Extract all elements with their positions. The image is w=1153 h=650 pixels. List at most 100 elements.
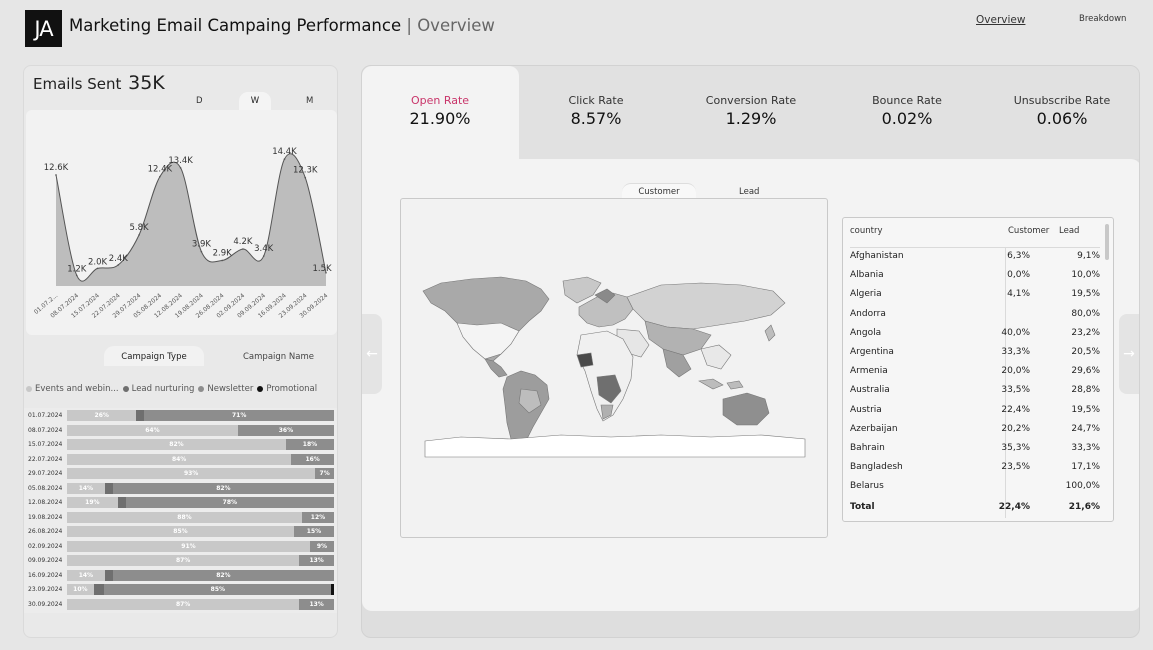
period-week-tab[interactable]: W xyxy=(239,92,271,110)
bar-segment[interactable] xyxy=(117,497,126,508)
table-row[interactable]: Armenia 20,0% 29,6% xyxy=(850,364,1100,382)
bar-segment[interactable]: 13% xyxy=(299,555,334,566)
bar-segment[interactable]: 7% xyxy=(315,468,334,479)
bar-row[interactable]: 01.07.2024 26% 71% xyxy=(24,410,337,422)
map-australia[interactable] xyxy=(722,392,770,426)
table-row[interactable]: Bahrain 35,3% 33,3% xyxy=(850,441,1100,459)
kpi-bounce-rate[interactable]: Bounce Rate 0.02% xyxy=(832,94,982,128)
bar-segment[interactable]: 78% xyxy=(125,497,334,508)
kpi-click-rate[interactable]: Click Rate 8.57% xyxy=(521,94,671,128)
bar-segment[interactable] xyxy=(331,584,334,595)
area-point[interactable] xyxy=(200,250,203,253)
bar-segment[interactable]: 26% xyxy=(67,410,137,421)
bar-segment[interactable] xyxy=(104,482,113,494)
bar-segment[interactable]: 93% xyxy=(67,468,316,479)
nav-overview-link[interactable]: Overview xyxy=(976,14,1025,26)
table-row[interactable]: Austria 22,4% 19,5% xyxy=(850,403,1100,421)
bar-segment[interactable]: 14% xyxy=(67,482,105,494)
table-row[interactable]: Belarus 100,0% xyxy=(850,479,1100,497)
bar-segment[interactable]: 15% xyxy=(293,526,334,537)
area-point[interactable] xyxy=(138,234,140,236)
bar-segment[interactable]: 64% xyxy=(67,424,238,436)
table-row[interactable]: Australia 33,5% 28,8% xyxy=(850,383,1100,401)
bar-segment[interactable]: 9% xyxy=(309,540,334,552)
table-row[interactable]: Albania 0,0% 10,0% xyxy=(850,268,1100,286)
area-point[interactable] xyxy=(179,167,182,169)
bar-segment[interactable]: 82% xyxy=(112,482,334,494)
bar-segment[interactable] xyxy=(93,584,105,595)
world-map[interactable] xyxy=(400,198,828,538)
bar-row[interactable]: 15.07.2024 82% 18% xyxy=(24,439,337,451)
bar-row[interactable]: 26.08.2024 85% 15% xyxy=(24,526,337,538)
bar-segment[interactable]: 85% xyxy=(67,526,294,537)
bar-segment[interactable]: 18% xyxy=(285,439,334,450)
bar-segment[interactable]: 19% xyxy=(67,497,118,508)
next-arrow-button[interactable]: → xyxy=(1119,314,1139,394)
table-row[interactable]: Algeria 4,1% 19,5% xyxy=(850,287,1100,305)
area-point[interactable] xyxy=(159,175,161,178)
bar-segment[interactable]: 84% xyxy=(67,453,292,465)
tab-campaign-name[interactable]: Campaign Name xyxy=(243,352,314,362)
bar-segment[interactable]: 87% xyxy=(67,598,300,610)
bar-segment[interactable]: 82% xyxy=(112,569,334,581)
table-row[interactable]: Azerbaijan 20,2% 24,7% xyxy=(850,422,1100,440)
bar-segment[interactable]: 36% xyxy=(237,424,334,436)
area-point[interactable] xyxy=(96,267,99,270)
map-antarctica[interactable] xyxy=(424,434,806,458)
period-day-tab[interactable]: D xyxy=(196,96,203,106)
bar-segment[interactable]: 91% xyxy=(67,540,310,552)
bar-segment[interactable]: 10% xyxy=(67,584,94,595)
legend-item[interactable]: Newsletter xyxy=(198,384,253,394)
prev-arrow-button[interactable]: ← xyxy=(362,314,382,394)
map-asia[interactable] xyxy=(626,282,786,330)
tab-campaign-type[interactable]: Campaign Type xyxy=(104,346,204,366)
bar-row[interactable]: 22.07.2024 84% 16% xyxy=(24,453,337,466)
bar-row[interactable]: 05.08.2024 14% 82% xyxy=(24,482,337,495)
col-lead[interactable]: Lead xyxy=(1059,226,1079,236)
bar-segment[interactable]: 88% xyxy=(67,511,302,523)
area-point[interactable] xyxy=(117,264,120,266)
table-row[interactable]: Andorra 80,0% xyxy=(850,307,1100,325)
bar-segment[interactable]: 85% xyxy=(104,584,332,595)
bar-row[interactable]: 08.07.2024 64% 36% xyxy=(24,424,337,437)
nav-breakdown-link[interactable]: Breakdown xyxy=(1079,14,1126,24)
bar-segment[interactable]: 16% xyxy=(291,453,334,465)
bar-segment[interactable]: 71% xyxy=(144,410,334,421)
kpi-unsubscribe-rate[interactable]: Unsubscribe Rate 0.06% xyxy=(987,94,1137,128)
table-total-row[interactable]: Total 22,4% 21,6% xyxy=(850,500,1100,518)
bar-segment[interactable]: 12% xyxy=(301,511,334,523)
bar-row[interactable]: 30.09.2024 87% 13% xyxy=(24,598,337,611)
bar-row[interactable]: 29.07.2024 93% 7% xyxy=(24,468,337,480)
legend-item[interactable]: Lead nurturing xyxy=(122,384,194,394)
kpi-conversion-rate[interactable]: Conversion Rate 1.29% xyxy=(676,94,826,128)
bar-row[interactable]: 09.09.2024 87% 13% xyxy=(24,555,337,567)
bar-row[interactable]: 19.08.2024 88% 12% xyxy=(24,511,337,524)
area-point[interactable] xyxy=(242,248,244,250)
table-row[interactable]: Bangladesh 23,5% 17,1% xyxy=(850,460,1100,478)
bar-segment[interactable]: 13% xyxy=(299,598,334,610)
bar-segment[interactable]: 14% xyxy=(67,569,105,581)
table-row[interactable]: Argentina 33,3% 20,5% xyxy=(850,345,1100,363)
bar-segment[interactable] xyxy=(136,410,145,421)
bar-segment[interactable] xyxy=(104,569,113,581)
table-row[interactable]: Afghanistan 6,3% 9,1% xyxy=(850,249,1100,267)
bar-row[interactable]: 02.09.2024 91% 9% xyxy=(24,540,337,553)
bar-row[interactable]: 12.08.2024 19% 78% xyxy=(24,497,337,509)
bar-segment[interactable]: 87% xyxy=(67,555,300,566)
legend-item[interactable]: Events and webin... xyxy=(26,384,119,394)
col-customer[interactable]: Customer xyxy=(1008,226,1049,236)
period-month-tab[interactable]: M xyxy=(306,96,313,106)
area-point[interactable] xyxy=(221,259,223,262)
bar-row[interactable]: 16.09.2024 14% 82% xyxy=(24,569,337,582)
col-country[interactable]: country xyxy=(850,226,883,236)
bar-row[interactable]: 23.09.2024 10% 85% xyxy=(24,584,337,596)
kpi-open-rate[interactable]: Open Rate 21.90% xyxy=(365,94,515,128)
table-row[interactable]: Angola 40,0% 23,2% xyxy=(850,326,1100,344)
area-point[interactable] xyxy=(283,158,286,160)
area-point[interactable] xyxy=(55,174,57,176)
map-tab-lead[interactable]: Lead xyxy=(739,187,759,197)
area-point[interactable] xyxy=(262,255,265,257)
bar-segment[interactable]: 82% xyxy=(67,439,286,450)
area-point[interactable] xyxy=(75,274,78,277)
legend-item[interactable]: Promotional xyxy=(257,384,317,394)
